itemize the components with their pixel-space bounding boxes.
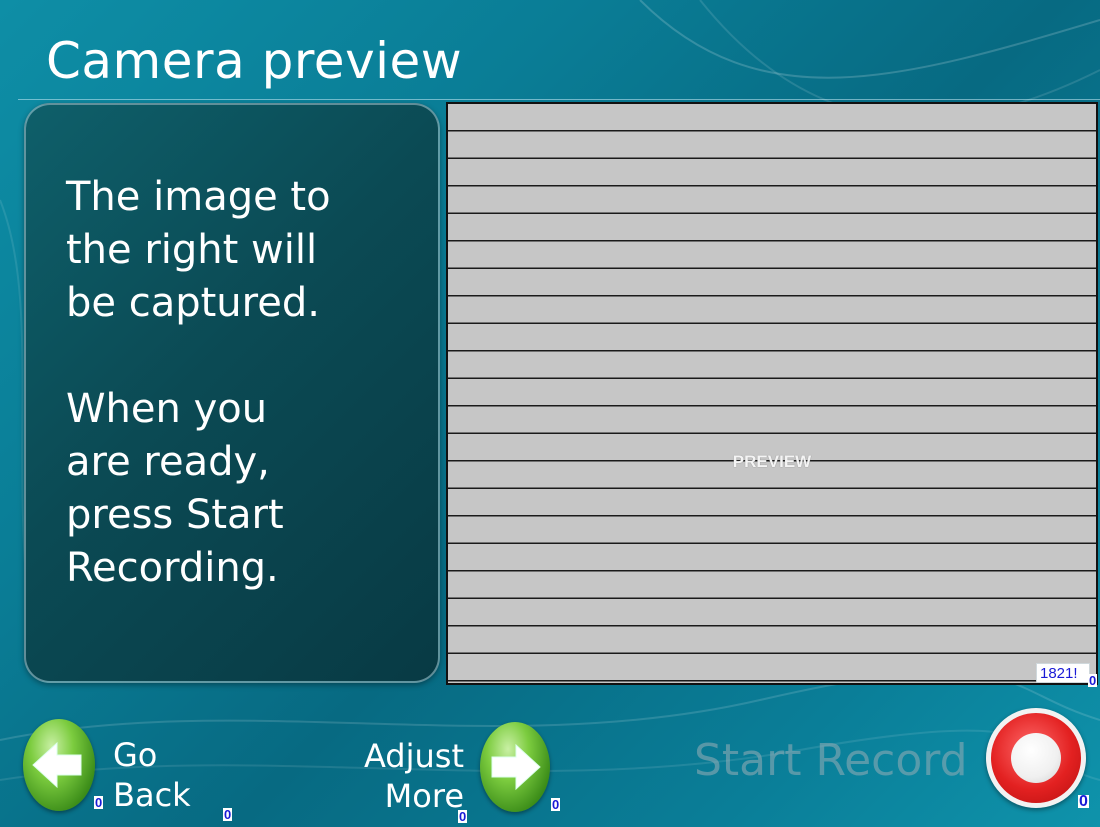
go-back-icon-counter: 0 [94, 795, 104, 810]
page-title: Camera preview [46, 32, 463, 90]
preview-label: PREVIEW [732, 452, 812, 471]
start-recording-button[interactable] [986, 708, 1086, 808]
go-back-label[interactable]: Go Back [113, 735, 191, 815]
adjust-more-label-counter: 0 [458, 809, 468, 824]
instructions-text: The image to the right will be captured.… [66, 174, 331, 591]
camera-preview: PREVIEW [446, 102, 1098, 685]
title-divider [18, 99, 1100, 100]
arrow-left-icon [32, 741, 82, 789]
instructions-panel: The image to the right will be captured.… [24, 103, 440, 683]
adjust-more-icon-counter: 0 [551, 797, 561, 812]
adjust-more-button[interactable]: Adjust More [340, 722, 552, 818]
arrow-right-icon [491, 743, 541, 791]
preview-counter-suffix: 0 [1088, 673, 1098, 688]
go-back-circle[interactable] [23, 719, 95, 811]
record-icon [1011, 733, 1061, 783]
adjust-more-label[interactable]: Adjust More [346, 736, 464, 816]
preview-counter: 1821! [1036, 663, 1090, 683]
start-recording-counter: 0 [1078, 793, 1089, 810]
adjust-more-circle[interactable] [480, 722, 550, 812]
go-back-button[interactable]: Go Back [23, 719, 203, 819]
go-back-label-counter: 0 [223, 807, 233, 822]
start-recording-label[interactable]: Start Record [694, 735, 968, 786]
